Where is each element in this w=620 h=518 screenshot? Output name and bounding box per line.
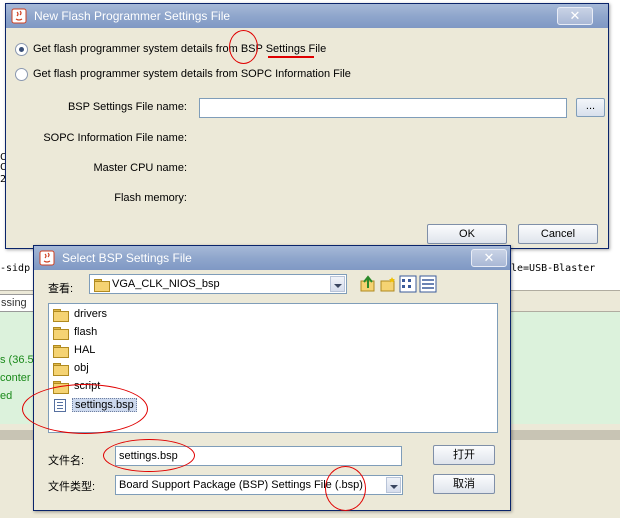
list-item[interactable]: drivers bbox=[53, 306, 107, 322]
list-item[interactable]: flash bbox=[53, 324, 97, 340]
filename-label: 文件名: bbox=[48, 455, 85, 467]
browse-button[interactable]: ... bbox=[576, 98, 605, 117]
chevron-down-icon[interactable] bbox=[386, 477, 401, 493]
folder-icon bbox=[53, 326, 69, 340]
option-bsp-settings-label: Get flash programmer system details from… bbox=[33, 43, 327, 55]
filetype-label: 文件类型: bbox=[48, 481, 96, 493]
close-icon: ✕ bbox=[483, 250, 495, 265]
flash-programmer-dialog: New Flash Programmer Settings File ✕ Get… bbox=[5, 3, 609, 249]
select-bsp-dialog: Select BSP Settings File ✕ 查看: VGA_CLK_N… bbox=[33, 245, 511, 511]
details-view-icon[interactable] bbox=[419, 275, 437, 293]
annotation-underline bbox=[268, 56, 314, 58]
list-item[interactable]: obj bbox=[53, 360, 89, 376]
open-button[interactable]: 打开 bbox=[433, 445, 495, 465]
java-icon bbox=[11, 8, 27, 24]
close-button[interactable]: ✕ bbox=[471, 249, 507, 267]
bsp-file-input[interactable] bbox=[199, 98, 567, 118]
cancel-button[interactable]: 取消 bbox=[433, 474, 495, 494]
folder-icon bbox=[53, 308, 69, 322]
list-view-icon[interactable] bbox=[399, 275, 417, 293]
up-folder-icon[interactable] bbox=[359, 275, 377, 293]
option-sopc-info[interactable]: Get flash programmer system details from… bbox=[15, 65, 351, 83]
select-dialog-titlebar[interactable]: Select BSP Settings File ✕ bbox=[34, 246, 510, 270]
flash-memory-label: Flash memory: bbox=[114, 192, 187, 204]
bsp-file-label: BSP Settings File name: bbox=[67, 101, 187, 113]
annotation-circle bbox=[103, 439, 195, 472]
annotation-circle bbox=[229, 30, 258, 64]
console-line: -sidp bbox=[0, 263, 31, 274]
flash-dialog-titlebar[interactable]: New Flash Programmer Settings File ✕ bbox=[6, 4, 608, 28]
close-button[interactable]: ✕ bbox=[557, 7, 593, 25]
annotation-circle bbox=[325, 466, 366, 511]
message-line: ed bbox=[0, 390, 13, 402]
look-in-value: VGA_CLK_NIOS_bsp bbox=[112, 278, 220, 290]
radio-bsp-settings[interactable] bbox=[15, 42, 28, 56]
radio-sopc-info[interactable] bbox=[15, 67, 28, 81]
look-in-combo[interactable]: VGA_CLK_NIOS_bsp bbox=[89, 274, 347, 294]
flash-dialog-title: New Flash Programmer Settings File bbox=[34, 9, 231, 23]
list-item-label: HAL bbox=[74, 344, 96, 356]
look-in-label: 查看: bbox=[48, 283, 74, 295]
message-line: s (36.5 bbox=[0, 354, 34, 366]
cancel-button[interactable]: Cancel bbox=[518, 224, 598, 244]
new-folder-icon[interactable] bbox=[379, 275, 397, 293]
ok-button[interactable]: OK bbox=[427, 224, 507, 244]
java-icon bbox=[39, 250, 55, 266]
option-sopc-info-label: Get flash programmer system details from… bbox=[33, 68, 351, 80]
sopc-file-label: SOPC Information File name: bbox=[43, 132, 187, 144]
list-item-label: obj bbox=[74, 362, 89, 374]
list-item[interactable]: HAL bbox=[53, 342, 95, 358]
list-item-label: flash bbox=[74, 326, 98, 338]
close-icon: ✕ bbox=[569, 8, 581, 23]
folder-icon bbox=[53, 362, 69, 376]
folder-icon bbox=[53, 344, 69, 358]
console-line: le=USB-Blaster bbox=[511, 263, 596, 274]
list-item-label: drivers bbox=[74, 308, 108, 320]
message-line: conter bbox=[0, 372, 31, 384]
chevron-down-icon[interactable] bbox=[330, 276, 345, 292]
folder-icon bbox=[94, 279, 110, 292]
annotation-circle bbox=[22, 384, 148, 434]
master-cpu-label: Master CPU name: bbox=[93, 162, 187, 174]
select-dialog-title: Select BSP Settings File bbox=[62, 251, 192, 265]
